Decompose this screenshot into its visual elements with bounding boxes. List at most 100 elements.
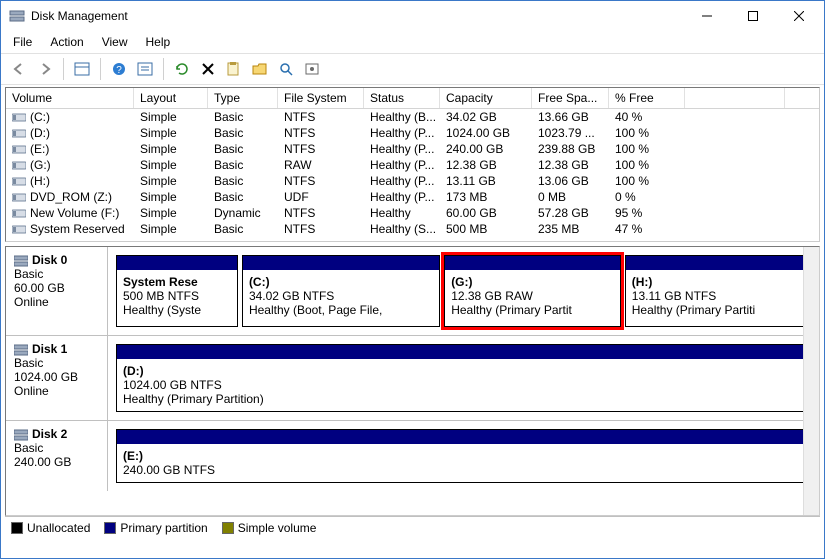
menu-help[interactable]: Help [138, 33, 179, 51]
disk-label[interactable]: Disk 2Basic240.00 GB [6, 421, 108, 491]
vol-status: Healthy (P... [364, 125, 440, 141]
table-row[interactable]: (E:)SimpleBasicNTFSHealthy (P...240.00 G… [6, 141, 819, 157]
open-button[interactable] [248, 57, 272, 81]
table-row[interactable]: System ReservedSimpleBasicNTFSHealthy (S… [6, 221, 819, 237]
vol-free: 12.38 GB [532, 157, 609, 173]
disk-row: Disk 0Basic60.00 GBOnlineSystem Rese500 … [6, 247, 819, 336]
table-row[interactable]: (H:)SimpleBasicNTFSHealthy (P...13.11 GB… [6, 173, 819, 189]
action-list-button[interactable] [133, 57, 157, 81]
col-free[interactable]: Free Spa... [532, 88, 609, 108]
volume-list[interactable]: Volume Layout Type File System Status Ca… [5, 87, 820, 242]
col-blank[interactable] [685, 88, 785, 108]
vol-status: Healthy (P... [364, 157, 440, 173]
vol-type: Basic [208, 189, 278, 205]
svg-text:?: ? [116, 65, 122, 76]
partition-title: (H:) [632, 275, 800, 289]
table-row[interactable]: (G:)SimpleBasicRAWHealthy (P...12.38 GB1… [6, 157, 819, 173]
menu-view[interactable]: View [94, 33, 136, 51]
col-status[interactable]: Status [364, 88, 440, 108]
vol-fs: NTFS [278, 125, 364, 141]
disk-label[interactable]: Disk 1Basic1024.00 GBOnline [6, 336, 108, 420]
col-capacity[interactable]: Capacity [440, 88, 532, 108]
disk-kind: Basic [14, 356, 101, 370]
vol-type: Basic [208, 221, 278, 237]
forward-button[interactable] [33, 57, 57, 81]
vol-type: Basic [208, 173, 278, 189]
partition-size: 1024.00 GB NTFS [123, 378, 800, 392]
disk-state: Online [14, 384, 101, 398]
disk-icon [14, 253, 28, 267]
properties-button[interactable] [222, 57, 246, 81]
app-icon [9, 8, 25, 24]
settings-button[interactable] [300, 57, 324, 81]
partition[interactable]: (C:)34.02 GB NTFSHealthy (Boot, Page Fil… [242, 255, 440, 327]
titlebar: Disk Management [1, 1, 824, 31]
vol-layout: Simple [134, 157, 208, 173]
col-layout[interactable]: Layout [134, 88, 208, 108]
explore-button[interactable] [274, 57, 298, 81]
partition-size: 500 MB NTFS [123, 289, 231, 303]
disk-map[interactable]: Disk 0Basic60.00 GBOnlineSystem Rese500 … [5, 246, 820, 516]
disk-icon [14, 427, 28, 441]
vol-type: Dynamic [208, 205, 278, 221]
vol-name: System Reserved [30, 222, 125, 236]
vol-pct: 100 % [609, 173, 685, 189]
scrollbar[interactable] [803, 247, 819, 515]
vol-free: 13.66 GB [532, 109, 609, 125]
show-hide-console-button[interactable] [70, 57, 94, 81]
help-button[interactable]: ? [107, 57, 131, 81]
partition-cap [117, 430, 806, 444]
table-row[interactable]: (C:)SimpleBasicNTFSHealthy (B...34.02 GB… [6, 109, 819, 125]
legend-unallocated: Unallocated [11, 521, 90, 535]
vol-status: Healthy (P... [364, 173, 440, 189]
partition-title: (G:) [451, 275, 614, 289]
partition-status: Healthy (Primary Partit [451, 303, 614, 317]
col-fs[interactable]: File System [278, 88, 364, 108]
partition[interactable]: (E:)240.00 GB NTFS [116, 429, 807, 483]
vol-free: 13.06 GB [532, 173, 609, 189]
menu-file[interactable]: File [5, 33, 40, 51]
col-pct[interactable]: % Free [609, 88, 685, 108]
vol-pct: 40 % [609, 109, 685, 125]
vol-fs: NTFS [278, 173, 364, 189]
partition-title: (C:) [249, 275, 433, 289]
volume-icon [12, 159, 26, 171]
vol-free: 235 MB [532, 221, 609, 237]
vol-layout: Simple [134, 205, 208, 221]
partition-title: (D:) [123, 364, 800, 378]
partition-cap [243, 256, 439, 270]
partition-map: (D:)1024.00 GB NTFSHealthy (Primary Part… [108, 336, 819, 420]
disk-label[interactable]: Disk 0Basic60.00 GBOnline [6, 247, 108, 335]
partition-size: 34.02 GB NTFS [249, 289, 433, 303]
partition[interactable]: (H:)13.11 GB NTFSHealthy (Primary Partit… [625, 255, 807, 327]
vol-name: (H:) [30, 174, 50, 188]
vol-status: Healthy (S... [364, 221, 440, 237]
table-row[interactable]: New Volume (F:)SimpleDynamicNTFSHealthy6… [6, 205, 819, 221]
vol-pct: 95 % [609, 205, 685, 221]
partition-cap [626, 256, 806, 270]
partition[interactable]: (D:)1024.00 GB NTFSHealthy (Primary Part… [116, 344, 807, 412]
volume-icon [12, 207, 26, 219]
partition[interactable]: (G:)12.38 GB RAWHealthy (Primary Partit [444, 255, 621, 327]
col-volume[interactable]: Volume [6, 88, 134, 108]
back-button[interactable] [7, 57, 31, 81]
vol-type: Basic [208, 125, 278, 141]
menu-action[interactable]: Action [42, 33, 91, 51]
delete-button[interactable] [196, 57, 220, 81]
separator [163, 58, 164, 80]
partition[interactable]: System Rese500 MB NTFSHealthy (Syste [116, 255, 238, 327]
partition-title: System Rese [123, 275, 231, 289]
minimize-button[interactable] [684, 2, 730, 30]
vol-status: Healthy (P... [364, 189, 440, 205]
table-row[interactable]: DVD_ROM (Z:)SimpleBasicUDFHealthy (P...1… [6, 189, 819, 205]
partition-cap [117, 345, 806, 359]
close-button[interactable] [776, 2, 822, 30]
refresh-button[interactable] [170, 57, 194, 81]
vol-free: 1023.79 ... [532, 125, 609, 141]
col-type[interactable]: Type [208, 88, 278, 108]
maximize-button[interactable] [730, 2, 776, 30]
legend-simple: Simple volume [222, 521, 317, 535]
volume-icon [12, 191, 26, 203]
table-row[interactable]: (D:)SimpleBasicNTFSHealthy (P...1024.00 … [6, 125, 819, 141]
vol-name: (D:) [30, 126, 50, 140]
